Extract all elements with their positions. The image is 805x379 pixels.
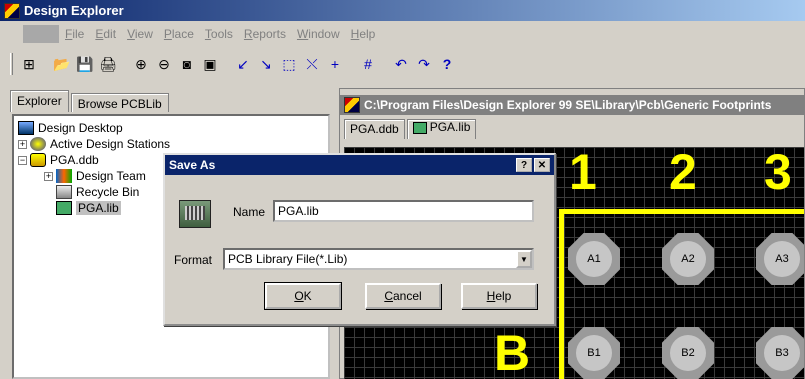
menu-bar: File Edit View Place Tools Reports Windo… <box>0 24 805 44</box>
deselect-icon[interactable]: ⤬ <box>302 54 322 74</box>
format-label: Format <box>174 253 213 267</box>
pcb-row-label: B <box>494 325 531 379</box>
zoom-out-icon[interactable]: ⊖ <box>154 54 174 74</box>
save-as-dialog: Save As ? ✕ Name PGA.lib Format PCB Libr… <box>163 153 556 326</box>
tab-pga-lib[interactable]: PGA.lib <box>406 119 477 139</box>
pcb-library-icon <box>56 201 72 215</box>
toolbar-grip[interactable] <box>10 53 13 75</box>
document-title: C:\Program Files\Design Explorer 99 SE\L… <box>364 98 772 112</box>
pcb-library-icon <box>179 200 211 228</box>
expand-icon[interactable]: + <box>44 171 53 181</box>
app-title: Design Explorer <box>24 3 124 18</box>
help-icon[interactable]: ? <box>516 158 532 172</box>
cancel-button[interactable]: Cancel <box>365 283 441 309</box>
zoom-in-icon[interactable]: ⊕ <box>131 54 151 74</box>
menu-help[interactable]: Help <box>351 27 376 41</box>
tab-explorer[interactable]: Explorer <box>10 90 69 112</box>
chevron-down-icon[interactable]: ▼ <box>516 250 532 268</box>
stations-icon <box>30 137 46 151</box>
explorer-tabs: Explorer Browse PCBLib <box>10 90 171 112</box>
grid-icon[interactable]: # <box>358 54 378 74</box>
pcb-column-label: 1 <box>569 147 597 200</box>
pcb-pad[interactable]: A1 <box>568 233 620 285</box>
open-folder-icon[interactable]: 📂 <box>52 54 72 74</box>
document-title-bar: C:\Program Files\Design Explorer 99 SE\L… <box>340 95 804 115</box>
undo-icon[interactable]: ↶ <box>391 54 411 74</box>
pcb-silkscreen-line <box>559 209 804 214</box>
document-menu-icon[interactable] <box>23 25 59 43</box>
ok-button[interactable]: OK <box>264 282 342 310</box>
move-icon[interactable]: + <box>325 54 345 74</box>
print-icon[interactable]: 🖨 <box>98 54 118 74</box>
recycle-bin-icon <box>56 185 72 199</box>
tab-browse-pcblib[interactable]: Browse PCBLib <box>70 93 169 112</box>
dialog-title: Save As <box>169 158 216 172</box>
format-select-value: PCB Library File(*.Lib) <box>228 252 348 266</box>
menu-file[interactable]: File <box>65 27 84 41</box>
format-select[interactable]: PCB Library File(*.Lib) ▼ <box>223 248 534 270</box>
menu-reports[interactable]: Reports <box>244 27 286 41</box>
pcb-pad[interactable]: A2 <box>662 233 714 285</box>
pcb-column-label: 3 <box>764 147 792 200</box>
document-icon <box>344 97 360 113</box>
pcb-pad[interactable]: B3 <box>756 327 804 379</box>
tree-item-design-desktop[interactable]: Design Desktop <box>14 120 328 136</box>
line-icon[interactable]: ↘ <box>256 54 276 74</box>
team-icon <box>56 169 72 183</box>
menu-window[interactable]: Window <box>297 27 340 41</box>
app-title-bar: Design Explorer <box>0 0 805 21</box>
menu-tools[interactable]: Tools <box>205 27 233 41</box>
zoom-fit-icon[interactable]: ◙ <box>177 54 197 74</box>
redo-icon[interactable]: ↷ <box>414 54 434 74</box>
pcb-pad[interactable]: B2 <box>662 327 714 379</box>
help-button[interactable]: Help <box>461 283 537 309</box>
pcb-column-label: 2 <box>669 147 697 200</box>
menu-place[interactable]: Place <box>164 27 194 41</box>
project-tree-icon[interactable]: ⊞ <box>19 54 39 74</box>
pcb-pad[interactable]: A3 <box>756 233 804 285</box>
zoom-area-icon[interactable]: ▣ <box>200 54 220 74</box>
save-icon[interactable]: 💾 <box>75 54 95 74</box>
dialog-title-bar: Save As ? ✕ <box>165 155 554 175</box>
pcb-library-icon <box>412 121 427 134</box>
help-icon[interactable]: ? <box>437 54 457 74</box>
menu-edit[interactable]: Edit <box>95 27 116 41</box>
document-tabs: PGA.ddb PGA.lib <box>340 115 804 139</box>
name-label: Name <box>233 205 266 219</box>
expand-icon[interactable]: + <box>18 139 27 149</box>
database-icon <box>30 153 46 167</box>
app-icon <box>4 2 20 19</box>
tab-pga-ddb[interactable]: PGA.ddb <box>344 119 405 139</box>
tree-item-active-design-stations[interactable]: + Active Design Stations <box>14 136 328 152</box>
collapse-icon[interactable]: − <box>18 155 27 165</box>
pcb-pad[interactable]: B1 <box>568 327 620 379</box>
desktop-icon <box>18 121 34 135</box>
name-input[interactable]: PGA.lib <box>273 200 534 222</box>
close-icon[interactable]: ✕ <box>534 158 550 172</box>
pcb-silkscreen-line <box>559 209 564 379</box>
select-icon[interactable]: ⬚ <box>279 54 299 74</box>
menu-view[interactable]: View <box>127 27 153 41</box>
main-toolbar: ⊞ 📂 💾 🖨 ⊕ ⊖ ◙ ▣ ↙ ↘ ⬚ ⤬ + # ↶ ↷ ? <box>0 50 805 78</box>
interactive-route-icon[interactable]: ↙ <box>233 54 253 74</box>
